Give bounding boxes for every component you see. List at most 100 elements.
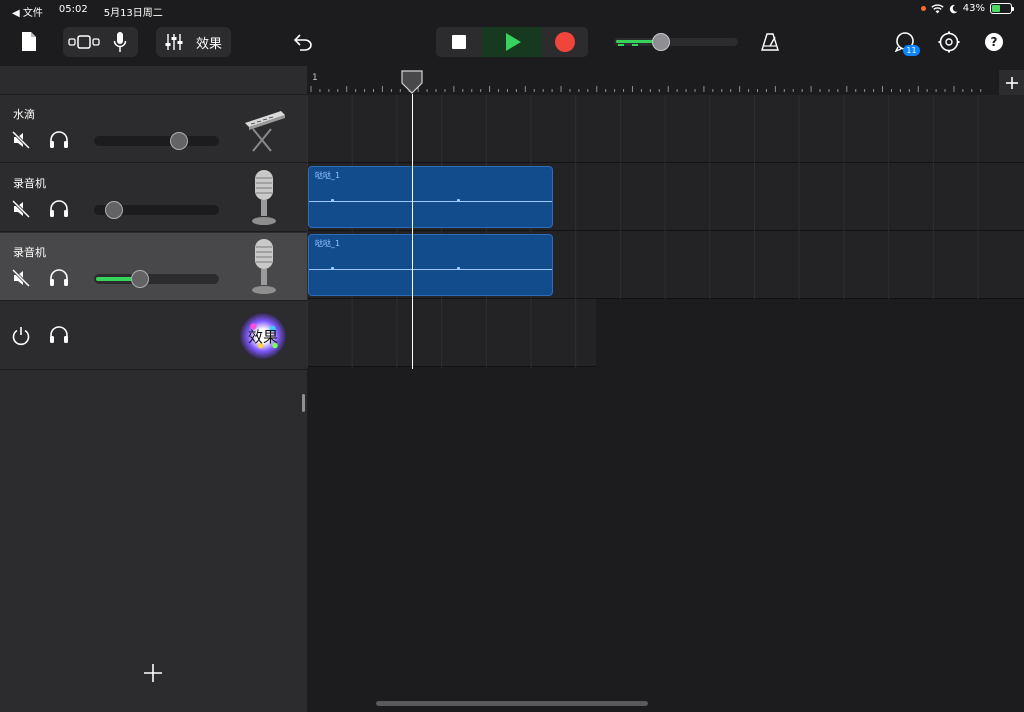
region-waveform	[309, 201, 552, 202]
headphones-icon	[50, 131, 68, 148]
speaker-muted-icon	[11, 130, 31, 150]
mixer-sliders-icon	[165, 34, 183, 50]
speaker-muted-icon	[11, 199, 31, 219]
microphone-instrument-icon[interactable]	[241, 237, 287, 297]
track-name: 录音机	[13, 246, 46, 259]
mixer-button[interactable]	[156, 27, 192, 57]
volume-knob[interactable]	[131, 270, 149, 288]
gear-icon	[938, 31, 960, 53]
stop-icon	[452, 35, 466, 49]
track-header-1[interactable]: 水滴	[0, 95, 307, 163]
track-header-2[interactable]: 录音机	[0, 164, 307, 232]
status-bar: ◀ 文件 05:02 5月13日周二 43%	[0, 0, 1024, 20]
waveform-peak	[331, 199, 334, 202]
headphones-icon	[50, 269, 68, 286]
play-button[interactable]	[482, 27, 542, 57]
waveform-peak	[457, 267, 460, 270]
track-lane-3[interactable]: 哒哒_1	[307, 231, 1024, 299]
region-name: 哒哒_1	[315, 171, 341, 180]
tracks-view-icon	[68, 35, 100, 49]
do-not-disturb-icon	[949, 4, 958, 13]
track-name: 录音机	[13, 177, 46, 190]
view-controls-group	[63, 27, 138, 57]
track-header-3[interactable]: 录音机	[0, 233, 307, 301]
keyboard-instrument-icon[interactable]	[241, 99, 287, 159]
master-volume-knob[interactable]	[652, 33, 670, 51]
recording-indicator-dot	[920, 6, 926, 11]
microphone-button[interactable]	[105, 27, 135, 57]
undo-icon	[293, 34, 312, 51]
track-volume-slider[interactable]	[94, 201, 219, 219]
region-waveform	[309, 269, 552, 270]
document-icon	[22, 31, 36, 51]
add-section-button[interactable]	[999, 70, 1024, 95]
audio-region[interactable]: 哒哒_1	[308, 166, 553, 228]
effects-plugin-icon[interactable]: 效果	[239, 312, 287, 360]
track-headers-panel: 水滴 录音机 录音机 效果	[0, 66, 307, 712]
microphone-icon	[113, 32, 127, 52]
battery-icon	[990, 3, 1014, 14]
mute-button[interactable]	[11, 268, 31, 291]
tracks-view-button[interactable]	[63, 27, 105, 57]
mute-button[interactable]	[11, 199, 31, 222]
record-button[interactable]	[542, 27, 588, 57]
track-name: 水滴	[13, 108, 35, 121]
master-volume-slider[interactable]	[614, 33, 738, 51]
effects-icon-label: 效果	[247, 327, 278, 346]
loops-count-badge: 11	[903, 45, 920, 56]
back-to-files-link[interactable]: ◀ 文件	[12, 4, 43, 19]
timeline-area[interactable]: 1 哒哒_1 哒哒_1	[307, 66, 1024, 712]
add-track-button[interactable]	[143, 663, 163, 683]
power-button[interactable]	[11, 326, 31, 350]
metronome-icon	[761, 33, 779, 51]
toolbar: 效果 11 ?	[0, 20, 1024, 66]
solo-button[interactable]	[49, 326, 69, 348]
headphones-icon	[50, 326, 68, 343]
track-lane-1[interactable]	[307, 95, 1024, 163]
plus-icon	[1005, 76, 1018, 89]
battery-fill	[992, 5, 1000, 12]
battery-percent: 43%	[962, 3, 985, 14]
waveform-peak	[331, 267, 334, 270]
track-volume-slider[interactable]	[94, 132, 219, 150]
headphones-icon	[50, 200, 68, 217]
track-lane-effects[interactable]	[307, 299, 596, 367]
my-songs-button[interactable]	[20, 30, 38, 52]
mute-button[interactable]	[11, 130, 31, 153]
undo-button[interactable]	[290, 31, 314, 53]
status-time: 05:02	[58, 4, 88, 15]
volume-fill	[96, 277, 136, 281]
power-icon	[12, 327, 30, 346]
volume-knob[interactable]	[105, 201, 123, 219]
help-button[interactable]: ?	[985, 33, 1003, 51]
transport-controls	[436, 27, 588, 57]
solo-button[interactable]	[49, 269, 69, 291]
home-indicator	[376, 701, 648, 706]
track-volume-slider[interactable]	[94, 270, 219, 288]
record-icon	[555, 32, 575, 52]
master-volume-meter	[616, 40, 657, 43]
stop-button[interactable]	[436, 27, 482, 57]
track-lane-2[interactable]: 哒哒_1	[307, 163, 1024, 231]
speaker-muted-icon	[11, 268, 31, 288]
track-header-effects[interactable]: 效果	[0, 302, 307, 370]
effects-button[interactable]: 效果	[192, 33, 226, 52]
status-date: 5月13日周二	[103, 8, 163, 19]
panel-resize-handle[interactable]	[302, 394, 305, 412]
track-headers-top-strip	[0, 66, 307, 95]
wifi-icon	[931, 3, 944, 13]
level-meter-segment	[618, 44, 624, 46]
volume-knob[interactable]	[170, 132, 188, 150]
microphone-instrument-icon[interactable]	[241, 168, 287, 228]
playhead-line	[412, 94, 413, 369]
waveform-peak	[457, 199, 460, 202]
solo-button[interactable]	[49, 131, 69, 153]
playhead-handle[interactable]	[401, 70, 423, 94]
audio-region[interactable]: 哒哒_1	[308, 234, 553, 296]
solo-button[interactable]	[49, 200, 69, 222]
region-name: 哒哒_1	[315, 239, 341, 248]
level-meter-segment	[632, 44, 638, 46]
settings-button[interactable]	[937, 31, 961, 53]
metronome-button[interactable]	[758, 31, 782, 53]
play-icon	[506, 33, 521, 51]
